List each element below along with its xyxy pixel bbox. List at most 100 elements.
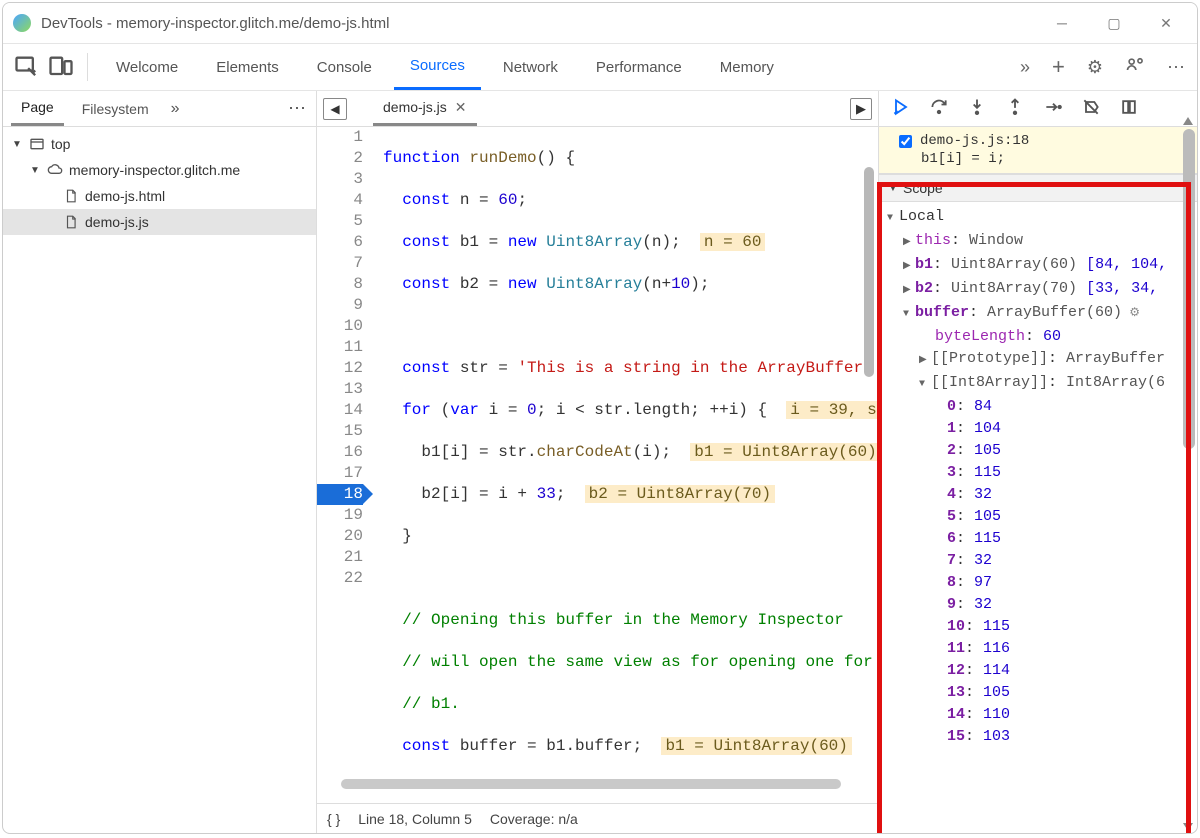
- tree-domain-label: memory-inspector.glitch.me: [69, 162, 240, 178]
- scope-array-entry[interactable]: 6: 115: [887, 528, 1197, 550]
- file-icon: [63, 188, 79, 204]
- scope-array-entry[interactable]: 0: 84: [887, 396, 1197, 418]
- editor-statusbar: { } Line 18, Column 5 Coverage: n/a: [317, 803, 878, 833]
- tab-network[interactable]: Network: [487, 44, 574, 90]
- scope-array-entry[interactable]: 13: 105: [887, 682, 1197, 704]
- chevron-down-icon: ▼: [887, 183, 899, 194]
- inline-hint: b1 = Uint8Array(60): [690, 443, 878, 461]
- step-out-button[interactable]: [1005, 97, 1025, 120]
- scope-array-entry[interactable]: 3: 115: [887, 462, 1197, 484]
- breakpoint-code: b1[i] = i;: [899, 151, 1187, 167]
- tree-file-html[interactable]: demo-js.html: [3, 183, 316, 209]
- editor-scrollbar-vertical[interactable]: [864, 167, 874, 377]
- scope-scrollbar[interactable]: [1183, 129, 1195, 449]
- inspect-icon[interactable]: [13, 53, 41, 81]
- step-into-button[interactable]: [967, 97, 987, 120]
- file-tab[interactable]: demo-js.js ✕: [373, 92, 477, 126]
- resume-button[interactable]: [891, 97, 911, 120]
- scroll-up-icon[interactable]: [1183, 117, 1193, 125]
- minimize-button[interactable]: ─: [1049, 10, 1075, 36]
- breakpoint-checkbox[interactable]: [899, 135, 912, 148]
- tab-console[interactable]: Console: [301, 44, 388, 90]
- window-icon: [29, 136, 45, 152]
- tree-domain[interactable]: ▼ memory-inspector.glitch.me: [3, 157, 316, 183]
- window-controls: ─ ▢ ✕: [1049, 10, 1179, 36]
- editor-wrap: 12345678910111213141516171819202122 func…: [317, 127, 878, 833]
- scope-tree[interactable]: ▼Local ▶this: Window ▶b1: Uint8Array(60)…: [879, 202, 1197, 833]
- deactivate-bp-button[interactable]: [1081, 97, 1101, 120]
- kebab-icon[interactable]: ⋯: [1167, 57, 1187, 78]
- scope-array-entry[interactable]: 11: 116: [887, 638, 1197, 660]
- devtools-window: DevTools - memory-inspector.glitch.me/de…: [2, 2, 1198, 834]
- scope-array-entry[interactable]: 5: 105: [887, 506, 1197, 528]
- scroll-down-icon[interactable]: [1183, 823, 1193, 831]
- more-tabs-icon[interactable]: »: [1020, 57, 1030, 78]
- braces-icon[interactable]: { }: [327, 811, 340, 827]
- tree-top[interactable]: ▼ top: [3, 131, 316, 157]
- file-tabs: ◀ demo-js.js ✕ ▶: [317, 91, 878, 127]
- tree-file-js[interactable]: demo-js.js: [3, 209, 316, 235]
- breakpoint-location[interactable]: demo-js.js:18: [920, 133, 1029, 149]
- run-snippet-icon[interactable]: ▶: [850, 98, 872, 120]
- editor-panel: ◀ demo-js.js ✕ ▶ 12345678910111213141516…: [317, 91, 879, 833]
- nav-tab-filesystem[interactable]: Filesystem: [72, 92, 159, 126]
- close-button[interactable]: ✕: [1153, 10, 1179, 36]
- content-area: Page Filesystem » ⋯ ▼ top ▼ memory-inspe…: [3, 91, 1197, 833]
- window-title: DevTools - memory-inspector.glitch.me/de…: [41, 15, 1049, 32]
- nav-tabs-kebab-icon[interactable]: ⋯: [288, 98, 308, 119]
- breakpoint-banner: demo-js.js:18 b1[i] = i;: [879, 127, 1197, 174]
- scope-array-entry[interactable]: 14: 110: [887, 704, 1197, 726]
- file-tab-label: demo-js.js: [383, 99, 447, 115]
- add-tab-icon[interactable]: +: [1052, 54, 1065, 80]
- account-icon[interactable]: [1125, 55, 1145, 80]
- navigator-panel: Page Filesystem » ⋯ ▼ top ▼ memory-inspe…: [3, 91, 317, 833]
- inline-hint: i = 39, s: [786, 401, 878, 419]
- tree-top-label: top: [51, 136, 70, 152]
- code-area[interactable]: function runDemo() { const n = 60; const…: [373, 127, 878, 833]
- inline-hint: b2 = Uint8Array(70): [585, 485, 775, 503]
- tab-performance[interactable]: Performance: [580, 44, 698, 90]
- scope-header[interactable]: ▼ Scope: [879, 174, 1197, 202]
- main-tabbar: Welcome Elements Console Sources Network…: [3, 43, 1197, 91]
- close-tab-icon[interactable]: ✕: [455, 99, 467, 116]
- titlebar: DevTools - memory-inspector.glitch.me/de…: [3, 3, 1197, 43]
- chevron-down-icon: ▼: [29, 165, 41, 176]
- line-gutter: 12345678910111213141516171819202122: [317, 127, 373, 833]
- tree-file-label: demo-js.html: [85, 188, 165, 204]
- step-over-button[interactable]: [929, 97, 949, 120]
- tree-file-label: demo-js.js: [85, 214, 149, 230]
- inline-hint: n = 60: [700, 233, 766, 251]
- scope-array-entry[interactable]: 10: 115: [887, 616, 1197, 638]
- gear-icon[interactable]: ⚙: [1122, 306, 1140, 320]
- navigator-tabs: Page Filesystem » ⋯: [3, 91, 316, 127]
- nav-tabs-more-icon[interactable]: »: [171, 100, 180, 118]
- chevron-down-icon: ▼: [11, 139, 23, 150]
- debug-toolbar: [879, 91, 1197, 127]
- tab-welcome[interactable]: Welcome: [100, 44, 194, 90]
- scope-array-entry[interactable]: 2: 105: [887, 440, 1197, 462]
- cloud-icon: [47, 162, 63, 178]
- scope-local-label: Local: [899, 208, 944, 225]
- tab-elements[interactable]: Elements: [200, 44, 295, 90]
- editor-scrollbar-horizontal[interactable]: [341, 779, 841, 789]
- step-button[interactable]: [1043, 97, 1063, 120]
- settings-icon[interactable]: ⚙: [1087, 57, 1103, 78]
- toggle-navigator-button[interactable]: ◀: [323, 98, 347, 120]
- device-icon[interactable]: [47, 53, 75, 81]
- scope-array-entry[interactable]: 12: 114: [887, 660, 1197, 682]
- inline-hint: b1 = Uint8Array(60): [661, 737, 851, 755]
- favicon-icon: [13, 14, 31, 32]
- scope-array-entry[interactable]: 15: 103: [887, 726, 1197, 748]
- tab-memory[interactable]: Memory: [704, 44, 790, 90]
- scope-array-entry[interactable]: 1: 104: [887, 418, 1197, 440]
- maximize-button[interactable]: ▢: [1101, 10, 1127, 36]
- scope-array-entry[interactable]: 8: 97: [887, 572, 1197, 594]
- code-editor[interactable]: 12345678910111213141516171819202122 func…: [317, 127, 878, 833]
- tab-sources[interactable]: Sources: [394, 44, 481, 90]
- scope-array-entry[interactable]: 7: 32: [887, 550, 1197, 572]
- nav-tab-page[interactable]: Page: [11, 92, 64, 126]
- scope-array-entry[interactable]: 4: 32: [887, 484, 1197, 506]
- pause-exceptions-button[interactable]: [1119, 97, 1139, 120]
- scope-array-entry[interactable]: 9: 32: [887, 594, 1197, 616]
- scope-title: Scope: [903, 180, 943, 196]
